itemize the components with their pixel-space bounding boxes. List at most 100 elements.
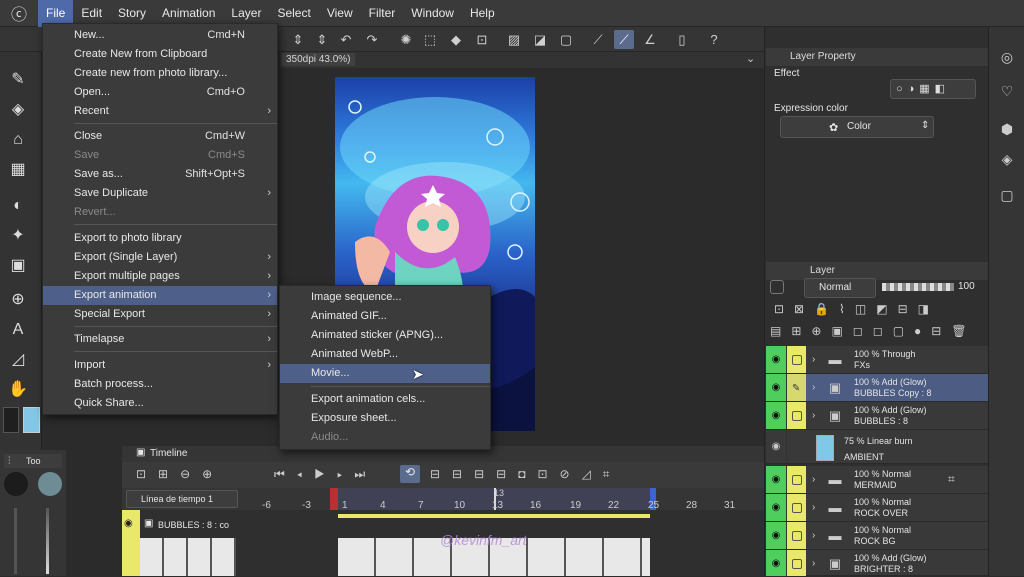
lock-toggle[interactable] bbox=[786, 402, 806, 429]
lock-toggle[interactable] bbox=[786, 550, 806, 576]
playback-controls[interactable]: ⏮◂▶▸⏭ bbox=[274, 467, 377, 482]
menu-item-new[interactable]: New... Cmd+N bbox=[43, 26, 277, 45]
menu-item-batch-process[interactable]: Batch process... bbox=[43, 375, 277, 394]
lock-toggle[interactable] bbox=[786, 522, 806, 549]
layer-property-icon[interactable]: ⬢ bbox=[994, 121, 1020, 145]
history-icon[interactable]: ▢ bbox=[994, 187, 1020, 211]
layer-row[interactable]: ◉ ✎ › ▣ 100 % Add (Glow) BUBBLES Copy : … bbox=[766, 374, 988, 402]
eye-icon[interactable]: ◉ bbox=[766, 430, 786, 463]
chevron-down-icon[interactable]: ⌄ bbox=[746, 52, 755, 65]
lock-toggle[interactable] bbox=[786, 346, 806, 373]
size-slider[interactable] bbox=[14, 508, 17, 574]
chevron-right-icon[interactable]: › bbox=[812, 522, 815, 549]
layer-action-icons[interactable]: ▤⊞⊕▣◻◻▢●⊟🗑 bbox=[770, 324, 980, 340]
blend-tool-icon[interactable]: ◐ bbox=[6, 194, 30, 218]
layer-row[interactable]: ◉ › ▣ 100 % Add (Glow) BUBBLES : 8 bbox=[766, 402, 988, 430]
menu-item-export-multiple-pages[interactable]: Export multiple pages › bbox=[43, 267, 277, 286]
operation-tool-icon[interactable]: ⊕ bbox=[6, 288, 30, 312]
stepper-icon[interactable]: ⇕ bbox=[312, 30, 332, 49]
effect-tool-icon[interactable]: ✦ bbox=[6, 224, 30, 248]
submenu-item-animated-gif[interactable]: Animated GIF... bbox=[280, 307, 490, 326]
fill-icon[interactable]: ◆ bbox=[446, 30, 466, 49]
chevron-right-icon[interactable]: › bbox=[812, 466, 815, 493]
gradient-tool-icon[interactable]: ▣ bbox=[6, 254, 30, 278]
menu-item-recent[interactable]: Recent › bbox=[43, 102, 277, 121]
logo-icon[interactable]: ⓒ bbox=[0, 0, 38, 27]
text-tool-icon[interactable]: A bbox=[6, 318, 30, 342]
stepper-icon[interactable]: ⇕ bbox=[288, 30, 308, 49]
opacity-slider[interactable] bbox=[882, 283, 954, 291]
menu-item-create-from-photo-library[interactable]: Create new from photo library... bbox=[43, 64, 277, 83]
fill-tool-icon[interactable]: ⌂ bbox=[6, 128, 30, 152]
submenu-item-apng[interactable]: Animated sticker (APNG)... bbox=[280, 326, 490, 345]
tool-tab[interactable]: Too bbox=[4, 454, 62, 468]
undo-icon[interactable]: ↶ bbox=[336, 30, 356, 49]
spinner-icon[interactable]: ✺ bbox=[396, 30, 416, 49]
menu-item-save-as[interactable]: Save as... Shift+Opt+S bbox=[43, 165, 277, 184]
layer-row[interactable]: ◉ 75 % Linear burn AMBIENT bbox=[766, 430, 988, 464]
chevron-right-icon[interactable]: › bbox=[812, 494, 815, 521]
pen-tool-icon[interactable]: ✎ bbox=[6, 68, 30, 92]
ruler-snap-icon[interactable]: ⟋ bbox=[614, 30, 634, 49]
menu-item-timelapse[interactable]: Timelapse › bbox=[43, 330, 277, 349]
menu-item-export-photo-library[interactable]: Export to photo library bbox=[43, 229, 277, 248]
layer-row[interactable]: ◉ › ▬ 100 % Normal ROCK BG bbox=[766, 522, 988, 550]
menu-item-quick-share[interactable]: Quick Share... bbox=[43, 394, 277, 413]
eye-icon[interactable]: ◉ bbox=[766, 550, 786, 576]
cel-tool-icons[interactable]: ⊟⊟⊟⊟◘⊡⊘◿⌗ bbox=[430, 467, 622, 482]
help-icon[interactable]: ? bbox=[704, 30, 724, 49]
opacity-slider[interactable] bbox=[46, 508, 49, 574]
menu-item-export-animation[interactable]: Export animation › bbox=[43, 286, 277, 305]
blend-mode-select[interactable]: Normal bbox=[804, 278, 876, 298]
expression-color-select[interactable]: ✿ Color ⇕ bbox=[780, 116, 934, 138]
eye-icon[interactable]: ◉ bbox=[766, 494, 786, 521]
chevron-right-icon[interactable]: › bbox=[812, 374, 815, 401]
menu-view[interactable]: View bbox=[319, 0, 361, 27]
lock-toggle[interactable] bbox=[786, 494, 806, 521]
eraser-tool-icon[interactable]: ◈ bbox=[6, 98, 30, 122]
submenu-item-export-cels[interactable]: Export animation cels... bbox=[280, 390, 490, 409]
canvas-tab[interactable]: 350dpi 43.0%) bbox=[282, 53, 355, 66]
ruler-icon[interactable]: ⟋ bbox=[588, 30, 608, 49]
eye-icon[interactable]: ◉ bbox=[766, 522, 786, 549]
eye-icon[interactable]: ◉ bbox=[766, 346, 786, 373]
invert-icon[interactable]: ◪ bbox=[530, 30, 550, 49]
layer-row[interactable]: ◉ › ▬ 100 % Through FXs bbox=[766, 346, 988, 374]
opacity-value[interactable]: 100 bbox=[958, 281, 975, 292]
menu-item-save-duplicate[interactable]: Save Duplicate › bbox=[43, 184, 277, 203]
submenu-item-movie[interactable]: Movie... bbox=[280, 364, 490, 383]
start-marker[interactable] bbox=[330, 488, 338, 510]
layer-row[interactable]: ◉ › ▬ 100 % Normal ROCK OVER bbox=[766, 494, 988, 522]
lasso-tool-icon[interactable]: ◿ bbox=[6, 348, 30, 372]
material-icon[interactable]: ♡ bbox=[994, 83, 1020, 107]
clip-icon[interactable]: ⌗ bbox=[948, 472, 955, 487]
layer-command-icons[interactable]: ⊡⊠🔒⌇◫◩⊟◨ bbox=[774, 302, 984, 318]
chevron-right-icon[interactable]: › bbox=[812, 550, 815, 577]
redo-icon[interactable]: ↷ bbox=[362, 30, 382, 49]
navigator-icon[interactable]: ◎ bbox=[994, 49, 1020, 73]
chevron-right-icon[interactable]: › bbox=[812, 402, 815, 429]
loop-icon[interactable]: ⟲ bbox=[400, 465, 420, 483]
cel-thumbnails[interactable] bbox=[140, 538, 236, 576]
chevron-right-icon[interactable]: › bbox=[812, 346, 815, 373]
lock-toggle[interactable]: ✎ bbox=[786, 374, 806, 401]
menu-window[interactable]: Window bbox=[403, 0, 462, 27]
track-select[interactable]: Línea de tiempo 1 bbox=[126, 490, 238, 508]
menu-item-import[interactable]: Import › bbox=[43, 356, 277, 375]
menu-item-special-export[interactable]: Special Export › bbox=[43, 305, 277, 324]
menu-item-export-single-layer[interactable]: Export (Single Layer) › bbox=[43, 248, 277, 267]
menu-item-close[interactable]: Close Cmd+W bbox=[43, 127, 277, 146]
layer-row[interactable]: ◉ › ▣ 100 % Add (Glow) BRIGHTER : 8 bbox=[766, 550, 988, 576]
submenu-item-webp[interactable]: Animated WebP... bbox=[280, 345, 490, 364]
selection-icon[interactable]: ▢ bbox=[556, 30, 576, 49]
eye-icon[interactable]: ◉ bbox=[124, 518, 133, 529]
submenu-item-exposure-sheet[interactable]: Exposure sheet... bbox=[280, 409, 490, 428]
lock-toggle[interactable] bbox=[786, 466, 806, 493]
layer-toggle-icon[interactable] bbox=[770, 280, 784, 294]
ruler-angle-icon[interactable]: ∠ bbox=[640, 30, 660, 49]
sub-color-swatch[interactable] bbox=[23, 407, 40, 433]
submenu-item-image-sequence[interactable]: Image sequence... bbox=[280, 288, 490, 307]
eye-icon[interactable]: ◉ bbox=[766, 466, 786, 493]
eye-icon[interactable]: ◉ bbox=[766, 374, 786, 401]
menu-filter[interactable]: Filter bbox=[361, 0, 404, 27]
